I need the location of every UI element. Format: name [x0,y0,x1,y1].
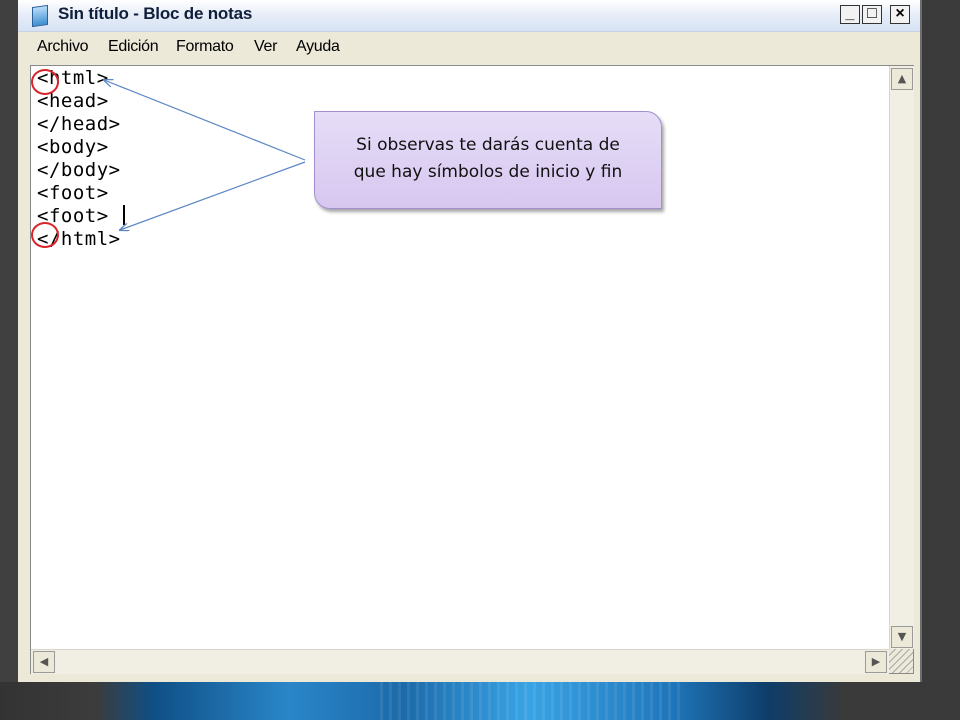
menu-ver[interactable]: Ver [254,38,277,56]
banner-glint [380,682,680,720]
menu-archivo[interactable]: Archivo [37,38,89,56]
highlight-circle-open-tag [31,69,59,95]
slide-left-border [0,0,18,720]
maximize-button[interactable]: □ [862,5,882,24]
minimize-button[interactable]: _ [840,5,860,24]
resize-grip[interactable] [889,649,913,673]
scroll-down-button[interactable]: ▼ [891,626,913,648]
scroll-right-button[interactable]: ▶ [865,651,887,673]
window-title: Sin título - Bloc de notas [58,4,253,23]
menu-formato[interactable]: Formato [176,38,234,56]
notepad-icon [32,4,48,28]
menu-bar: Archivo Edición Formato Ver Ayuda [18,32,920,60]
annotation-callout: Si observas te darás cuenta de que hay s… [314,111,662,209]
code-line-3: </head> [37,113,121,135]
callout-line-1: Si observas te darás cuenta de [356,135,620,155]
code-line-6: <foot> [37,182,109,204]
highlight-circle-close-tag [31,222,59,248]
notepad-window: Sin título - Bloc de notas _ □ × Archivo… [18,0,922,682]
text-caret [123,205,125,225]
callout-line-2: que hay símbolos de inicio y fin [353,162,623,182]
scroll-up-button[interactable]: ▲ [891,68,913,90]
code-line-5: </body> [37,159,121,181]
close-button[interactable]: × [890,5,910,24]
menu-ayuda[interactable]: Ayuda [296,38,340,56]
scroll-left-button[interactable]: ◀ [33,651,55,673]
title-bar[interactable]: Sin título - Bloc de notas _ □ × [18,0,920,32]
menu-edicion[interactable]: Edición [108,38,159,56]
code-line-4: <body> [37,136,109,158]
vertical-scrollbar[interactable]: ▲ ▼ [889,66,914,649]
slide-right-border [922,0,960,720]
slide-bottom-banner [0,682,960,720]
horizontal-scrollbar[interactable]: ◀ ▶ [31,649,889,674]
